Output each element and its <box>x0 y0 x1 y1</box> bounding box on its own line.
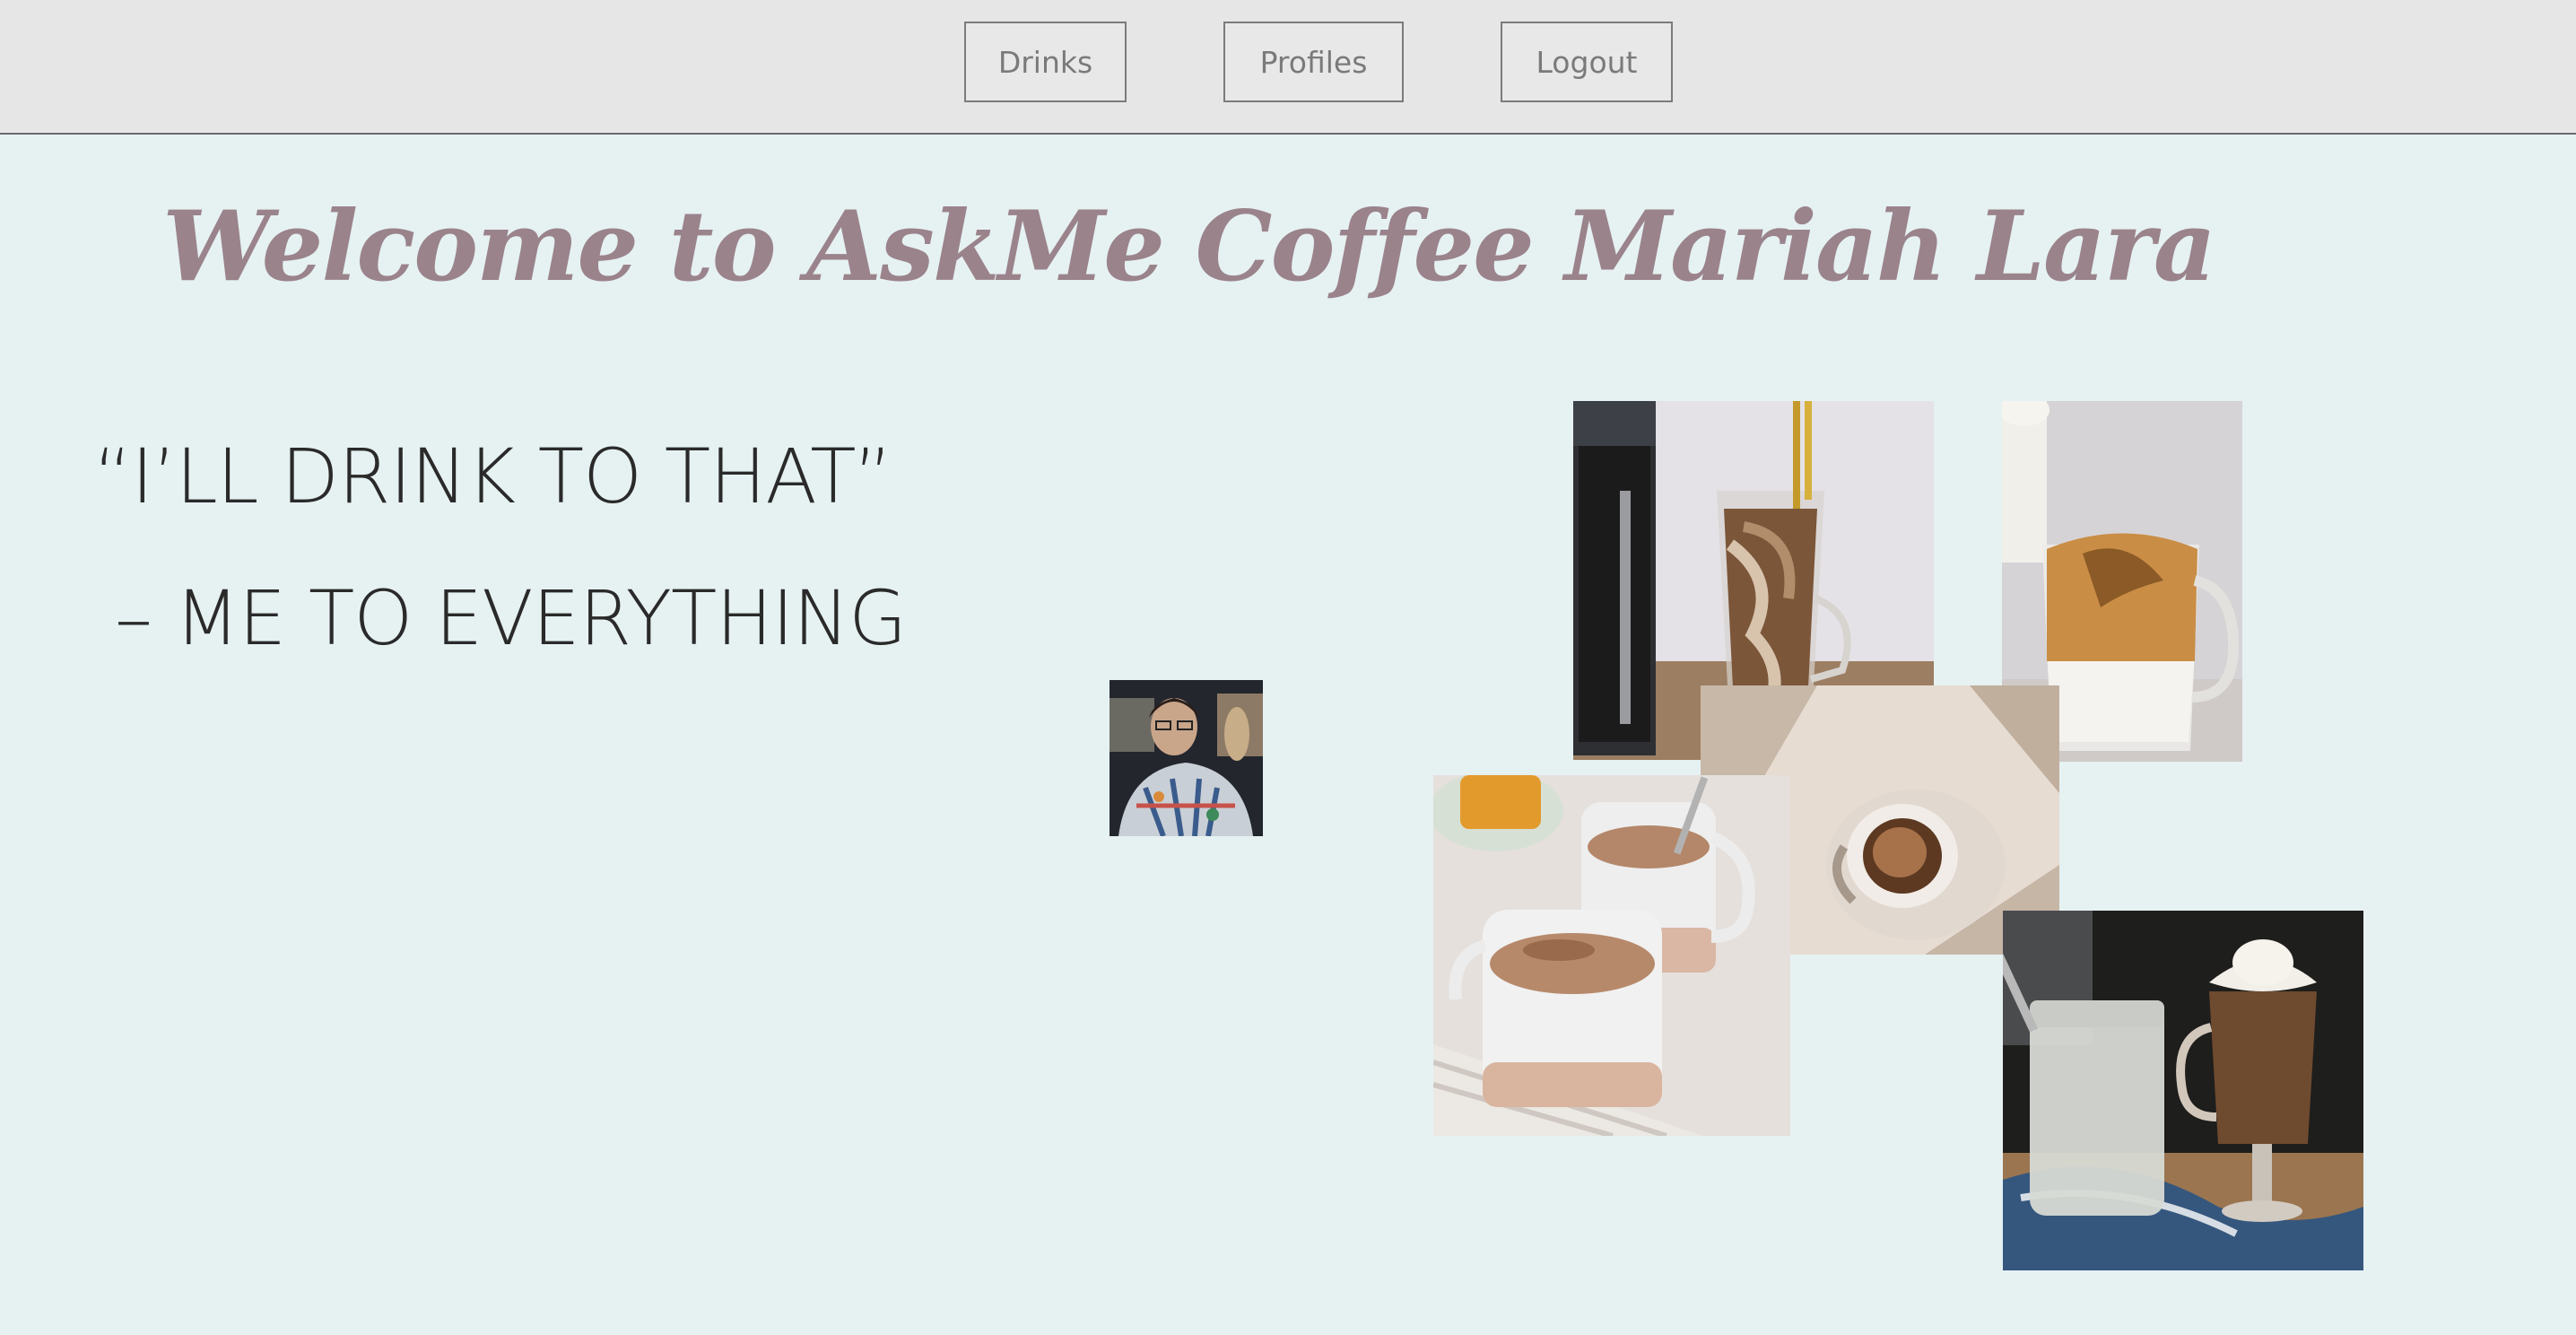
top-navigation: Drinks Profiles Logout <box>0 0 2576 135</box>
profiles-button[interactable]: Profiles <box>1223 22 1404 102</box>
quote-line-2: – ME TO EVERYTHING <box>115 574 907 662</box>
logout-button[interactable]: Logout <box>1501 22 1673 102</box>
welcome-title: Welcome to AskMe Coffee Mariah Lara <box>162 190 2216 303</box>
profile-photo <box>1110 680 1263 836</box>
frappe-photo <box>2003 911 2363 1270</box>
quote-line-1: “I’LL DRINK TO THAT” <box>93 432 892 520</box>
drinks-button[interactable]: Drinks <box>964 22 1127 102</box>
milk-tea-mugs-photo <box>1433 775 1790 1136</box>
